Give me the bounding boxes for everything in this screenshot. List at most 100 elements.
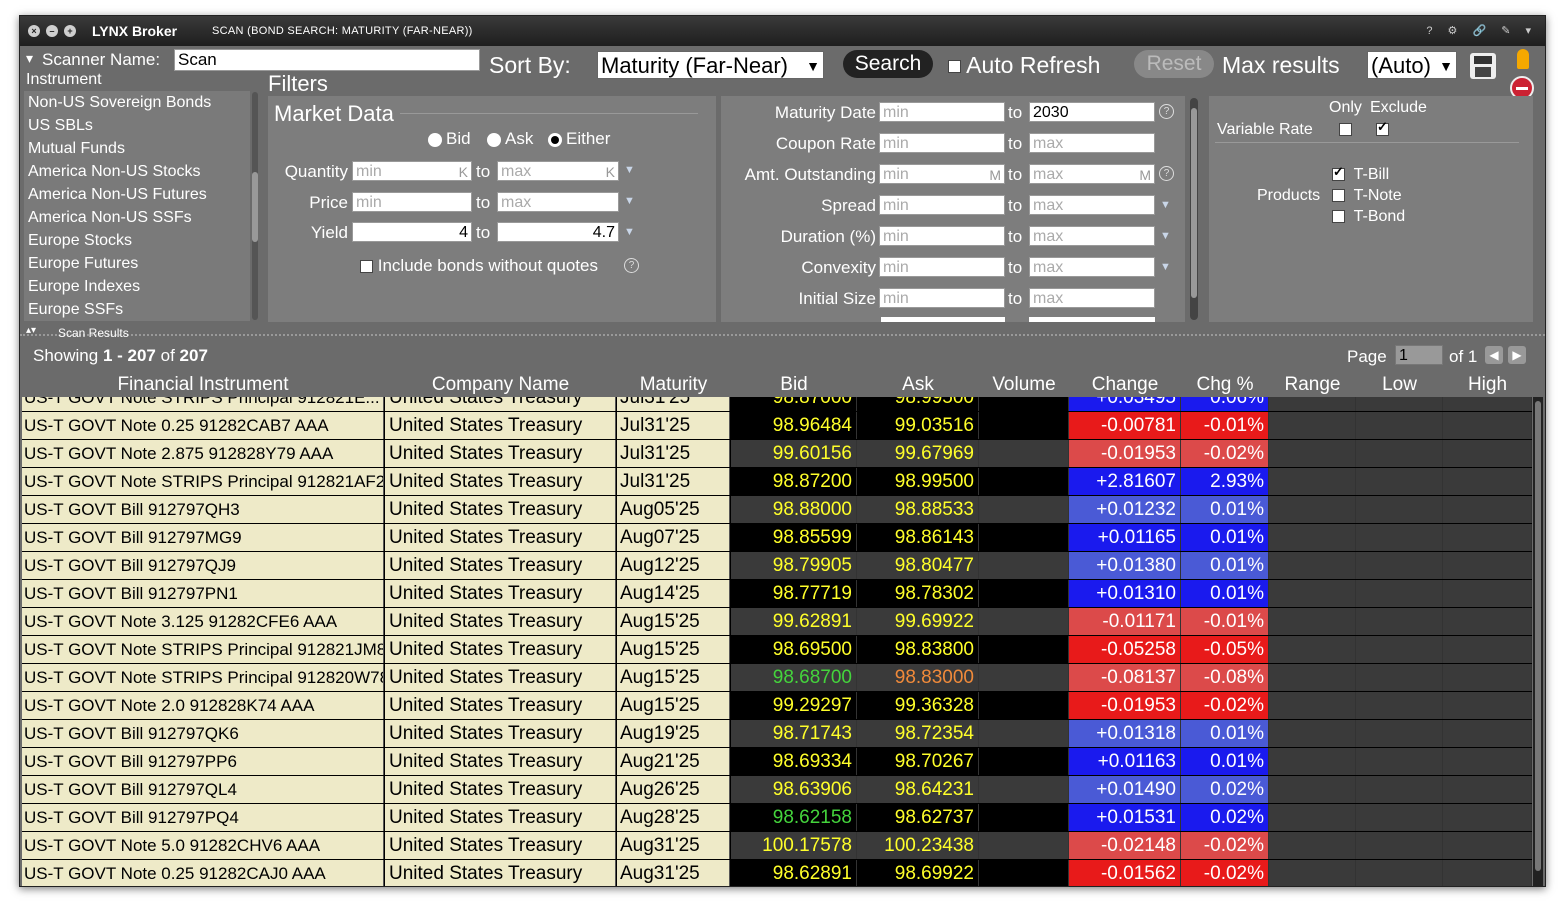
tbond-checkbox[interactable] xyxy=(1332,210,1345,224)
bond-filters-scrollbar[interactable] xyxy=(1190,98,1198,320)
col-chg-pct[interactable]: Chg % xyxy=(1181,374,1269,396)
table-row[interactable]: US-T GOVT Bill 912797QH3 United States Tr… xyxy=(22,496,1532,524)
variable-rate-exclude-checkbox[interactable] xyxy=(1376,119,1389,139)
col-low[interactable]: Low xyxy=(1356,374,1443,396)
table-row[interactable]: US-T GOVT Bill 912797PP6 United States Tr… xyxy=(22,748,1532,776)
yield-max-input[interactable]: 4.7 xyxy=(497,222,619,242)
table-row[interactable]: US-T GOVT Note 3.125 91282CFE6 AAA United… xyxy=(22,608,1532,636)
include-no-quotes-checkbox[interactable] xyxy=(360,260,373,274)
convexity-min-input[interactable]: min xyxy=(879,257,1005,277)
next-page-icon[interactable]: ▶ xyxy=(1508,346,1526,364)
table-row[interactable]: US-T GOVT Note STRIPS Principal 912820W7… xyxy=(22,664,1532,692)
tnote-toggle[interactable]: T-Note xyxy=(1332,187,1402,205)
quantity-max-input[interactable]: max K xyxy=(497,161,619,181)
duration-min-input[interactable]: min xyxy=(879,226,1005,246)
list-item[interactable]: Europe Futures xyxy=(24,252,250,275)
convexity-max-input[interactable]: max xyxy=(1029,257,1155,277)
yield-min-input[interactable]: 4 xyxy=(352,222,472,242)
filter-icon[interactable]: ▼ xyxy=(624,226,635,238)
col-financial-instrument[interactable]: Financial Instrument xyxy=(22,374,384,396)
filter-icon[interactable]: ▼ xyxy=(1160,261,1171,273)
close-icon[interactable]: × xyxy=(28,25,40,37)
col-change[interactable]: Change xyxy=(1069,374,1181,396)
collapse-icon[interactable]: ▾ xyxy=(26,50,33,67)
instrument-scrollbar[interactable] xyxy=(252,92,258,320)
search-button[interactable]: Search xyxy=(843,50,933,78)
col-maturity[interactable]: Maturity xyxy=(617,374,730,396)
list-item[interactable]: Non-US Sovereign Bonds xyxy=(24,91,250,114)
table-row[interactable]: US-T GOVT Bill 912797QK6 United States Tr… xyxy=(22,720,1532,748)
window-tools-icons[interactable]: ? ⚙ 🔗 ✎ ▾ xyxy=(1426,24,1537,37)
col-range[interactable]: Range xyxy=(1269,374,1356,396)
auto-refresh-toggle[interactable]: Auto Refresh xyxy=(948,52,1100,79)
instrument-list[interactable]: Non-US Sovereign Bonds US SBLs Mutual Fu… xyxy=(24,91,250,321)
table-row[interactable]: US-T GOVT Note 0.25 91282CAB7 AAA United … xyxy=(22,412,1532,440)
scanner-name-input[interactable]: Scan xyxy=(174,49,480,71)
spread-max-input[interactable]: max xyxy=(1029,195,1155,215)
auto-refresh-checkbox[interactable] xyxy=(948,60,961,74)
table-row[interactable]: US-T GOVT Bill 912797PQ4 United States Tr… xyxy=(22,804,1532,832)
amt-max-input[interactable]: max M xyxy=(1029,164,1155,184)
table-row[interactable]: US-T GOVT Note STRIPS Principal 912821E.… xyxy=(22,397,1532,412)
variable-rate-only-checkbox[interactable] xyxy=(1339,121,1352,139)
filter-icon[interactable]: ▼ xyxy=(624,164,635,176)
help-icon[interactable]: ? xyxy=(1159,104,1174,119)
expand-collapse-icon[interactable]: ▴▾ xyxy=(26,325,36,336)
reset-button[interactable]: Reset xyxy=(1134,50,1214,78)
price-max-input[interactable]: max xyxy=(497,192,619,212)
filter-icon[interactable]: ▼ xyxy=(1160,199,1171,211)
bid-radio[interactable]: Bid xyxy=(428,129,471,149)
table-row[interactable]: US-T GOVT Note 2.875 912828Y79 AAA United… xyxy=(22,440,1532,468)
list-item[interactable]: Europe Stocks xyxy=(24,229,250,252)
tbill-checkbox[interactable] xyxy=(1332,164,1345,182)
help-icon[interactable]: ? xyxy=(1159,166,1174,181)
table-row[interactable]: US-T GOVT Bill 912797QJ9 United States Tr… xyxy=(22,552,1532,580)
list-item[interactable]: America Non-US Futures xyxy=(24,183,250,206)
filter-icon[interactable]: ▼ xyxy=(1160,230,1171,242)
table-row[interactable]: US-T GOVT Note 0.25 91282CAJ0 AAA United … xyxy=(22,860,1532,886)
col-company-name[interactable]: Company Name xyxy=(385,374,616,396)
price-min-input[interactable]: min xyxy=(352,192,472,212)
pin-icon[interactable] xyxy=(1517,49,1529,69)
page-input[interactable]: 1 xyxy=(1395,345,1443,365)
maturity-max-input[interactable]: 2030 xyxy=(1029,102,1155,122)
max-results-select[interactable]: (Auto) ▼ xyxy=(1367,51,1457,79)
ask-radio[interactable]: Ask xyxy=(487,129,533,149)
list-item[interactable]: Mutual Funds xyxy=(24,137,250,160)
list-item[interactable]: Europe Indexes xyxy=(24,275,250,298)
coupon-min-input[interactable]: min xyxy=(879,133,1005,153)
sort-by-select[interactable]: Maturity (Far-Near) ▼ xyxy=(597,51,824,79)
help-icon[interactable]: ? xyxy=(624,258,639,273)
list-item[interactable]: America Non-US Stocks xyxy=(24,160,250,183)
initial-min-input[interactable]: min xyxy=(879,288,1005,308)
quantity-min-input[interactable]: min K xyxy=(352,161,472,181)
duration-max-input[interactable]: max xyxy=(1029,226,1155,246)
coupon-max-input[interactable]: max xyxy=(1029,133,1155,153)
col-high[interactable]: High xyxy=(1443,374,1532,396)
table-row[interactable]: US-T GOVT Note 5.0 91282CHV6 AAA United S… xyxy=(22,832,1532,860)
include-no-quotes-toggle[interactable]: Include bonds without quotes xyxy=(360,256,598,276)
list-item[interactable]: America Non-US SSFs xyxy=(24,206,250,229)
minimize-icon[interactable]: – xyxy=(46,25,58,37)
table-row[interactable]: US-T GOVT Note STRIPS Principal 912821JM… xyxy=(22,636,1532,664)
either-radio[interactable]: Either xyxy=(548,129,610,149)
col-volume[interactable]: Volume xyxy=(979,374,1069,396)
tbill-toggle[interactable]: T-Bill xyxy=(1332,164,1389,184)
list-item[interactable]: Europe SSFs xyxy=(24,298,250,321)
table-row[interactable]: US-T GOVT Note 2.0 912828K74 AAA United S… xyxy=(22,692,1532,720)
table-row[interactable]: US-T GOVT Bill 912797PN1 United States Tr… xyxy=(22,580,1532,608)
filter-icon[interactable]: ▼ xyxy=(624,195,635,207)
maturity-min-input[interactable]: min xyxy=(879,102,1005,122)
table-row[interactable]: US-T GOVT Bill 912797QL4 United States Tr… xyxy=(22,776,1532,804)
amt-min-input[interactable]: min M xyxy=(879,164,1005,184)
prev-page-icon[interactable]: ◀ xyxy=(1485,346,1503,364)
table-row[interactable]: US-T GOVT Note STRIPS Principal 912821AF… xyxy=(22,468,1532,496)
spread-min-input[interactable]: min xyxy=(879,195,1005,215)
save-icon[interactable] xyxy=(1470,53,1496,79)
list-item[interactable]: US SBLs xyxy=(24,114,250,137)
tnote-checkbox[interactable] xyxy=(1332,189,1345,203)
col-ask[interactable]: Ask xyxy=(857,374,979,396)
col-bid[interactable]: Bid xyxy=(731,374,857,396)
tbond-toggle[interactable]: T-Bond xyxy=(1332,208,1405,226)
table-row[interactable]: US-T GOVT Bill 912797MG9 United States Tr… xyxy=(22,524,1532,552)
